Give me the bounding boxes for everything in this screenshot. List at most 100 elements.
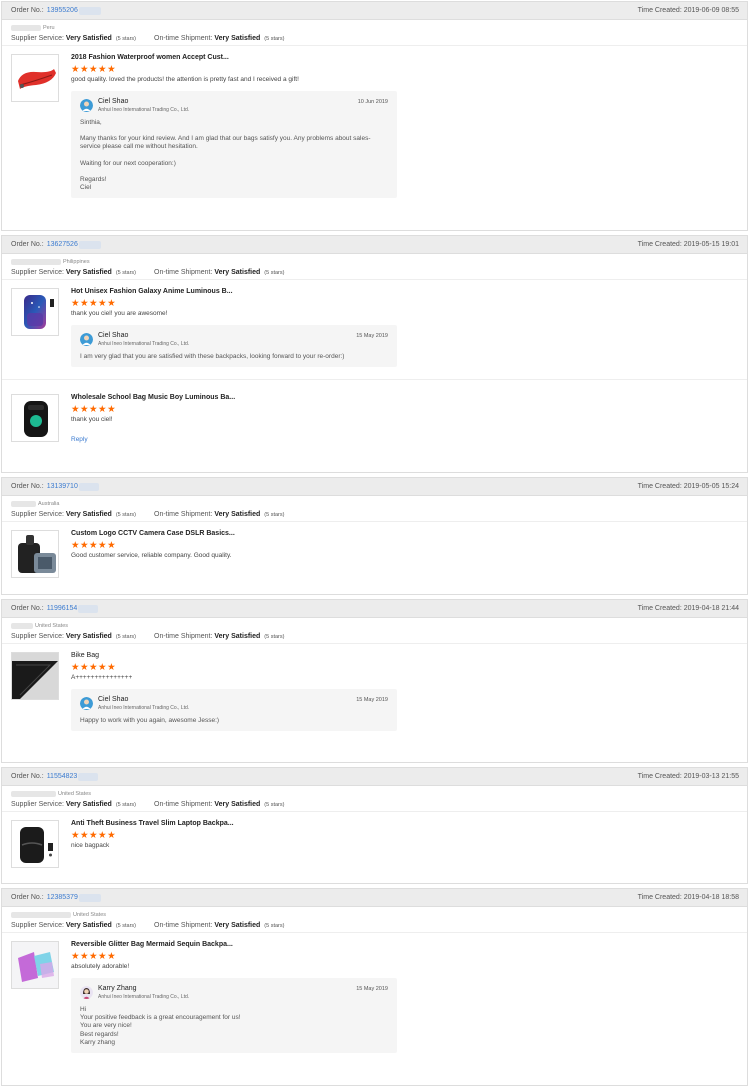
time-created: Time Created: 2019-05-15 19:01: [638, 241, 739, 248]
buyer-country: United States: [73, 911, 107, 918]
ontime-shipment-stars-text: (5 stars): [264, 633, 285, 640]
product-title-link[interactable]: 2018 Fashion Waterproof women Accept Cus…: [71, 54, 747, 64]
supplier-service-value: Very Satisfied: [65, 922, 112, 929]
product-review: 2018 Fashion Waterproof women Accept Cus…: [2, 46, 747, 199]
sequin-bag-image[interactable]: [11, 941, 59, 989]
supplier-service-stars-text: (5 stars): [115, 269, 137, 276]
product-title-link[interactable]: Wholesale School Bag Music Boy Luminous …: [71, 394, 747, 404]
buyer-comment: Good customer service, reliable company.…: [71, 552, 232, 559]
service-ratings: Supplier Service: Very Satisfied (5 stars)…: [2, 32, 747, 46]
ontime-shipment-label: On-time Shipment:: [154, 633, 213, 640]
order-header: Order No.: 11554823 Time Created: 2019-03-…: [2, 768, 747, 786]
order-header: Order No.: 12385379 Time Created: 2019-04-…: [2, 889, 747, 907]
rating-stars: ★★★★★: [71, 298, 117, 309]
time-created-label: Time Created:: [637, 7, 682, 14]
supplier-service-rating: Supplier Service: Very Satisfied (5 stars): [11, 511, 136, 518]
rating-stars: ★★★★★: [71, 64, 117, 75]
supplier-service-stars-text: (5 stars): [115, 801, 137, 808]
avatar: [80, 697, 93, 710]
reply-line: Best regards!: [80, 1030, 119, 1038]
reply-line: Ciel: [80, 184, 92, 192]
supplier-service-label: Supplier Service:: [11, 269, 64, 276]
camera-backpack-image[interactable]: [11, 530, 59, 578]
order-no-link[interactable]: 11554823: [47, 773, 78, 780]
product-title-link[interactable]: Custom Logo CCTV Camera Case DSLR Basics…: [71, 530, 747, 540]
buyer-comment: nice bagpack: [71, 842, 110, 849]
laptop-backpack-image[interactable]: [11, 820, 59, 868]
reply-line: Karry zhang: [80, 1038, 116, 1046]
order-no-label: Order No.:: [11, 241, 44, 248]
time-created-label: Time Created:: [637, 894, 682, 901]
reply-line: You are very nice!: [80, 1022, 132, 1030]
product-title-link[interactable]: Anti Theft Business Travel Slim Laptop B…: [71, 820, 747, 830]
product-title-link[interactable]: Bike Bag: [71, 652, 747, 662]
buyer-country: United States: [58, 790, 92, 797]
ontime-shipment-rating: On-time Shipment: Very Satisfied (5 stars): [154, 269, 284, 276]
product-title-link[interactable]: Reversible Glitter Bag Mermaid Sequin Ba…: [71, 941, 747, 951]
supplier-service-rating: Supplier Service: Very Satisfied (5 stars): [11, 922, 136, 929]
reply-line: Many thanks for your kind review. And I …: [80, 135, 371, 143]
order-header: Order No.: 13627526 Time Created: 2019-05-…: [2, 236, 747, 254]
reply-line: Regards!: [80, 175, 107, 183]
reply-author-name: Karry Zhang: [98, 985, 137, 992]
buyer-country: United States: [35, 622, 69, 629]
product-review: Wholesale School Bag Music Boy Luminous …: [2, 379, 747, 443]
order-no-link[interactable]: 13955206: [47, 7, 78, 14]
reply-link[interactable]: Reply: [71, 436, 88, 443]
reply-line: Waiting for our next cooperation:): [80, 159, 176, 167]
ontime-shipment-rating: On-time Shipment: Very Satisfied (5 stars): [154, 922, 284, 929]
reply-author-company: Anhui Ineo International Trading Co., Lt…: [98, 107, 190, 113]
ontime-shipment-label: On-time Shipment:: [154, 35, 213, 42]
waist-bag-image[interactable]: [11, 54, 59, 102]
product-title-link[interactable]: Hot Unisex Fashion Galaxy Anime Luminous…: [71, 288, 747, 298]
order-card: Order No.: 11996154 Time Created: 2019-04-…: [1, 599, 748, 763]
ontime-shipment-stars-text: (5 stars): [264, 801, 285, 808]
redacted-buyer-name: [11, 911, 71, 918]
supplier-service-label: Supplier Service:: [11, 511, 64, 518]
supplier-service-label: Supplier Service:: [11, 922, 64, 929]
redacted-order-digits: [78, 893, 101, 902]
ontime-shipment-label: On-time Shipment:: [154, 801, 213, 808]
order-no-label: Order No.:: [11, 605, 44, 612]
supplier-service-label: Supplier Service:: [11, 35, 64, 42]
supplier-reply: Karry Zhang Anhui Ineo International Trad…: [71, 978, 397, 1054]
order-no-label: Order No.:: [11, 483, 44, 490]
buyer-comment: thank you ciel! you are awesome!: [71, 310, 168, 317]
order-no-link[interactable]: 11996154: [47, 605, 78, 612]
time-created: Time Created: 2019-03-13 21:55: [638, 773, 739, 780]
time-created-value: 2019-04-18 21:44: [683, 605, 739, 612]
order-card: Order No.: 12385379 Time Created: 2019-04-…: [1, 888, 748, 1086]
reply-author-name: Ciel Shao: [98, 696, 129, 703]
product-review: Bike Bag ★★★★★ A+++++++++++++++ Ciel Shao An…: [2, 644, 747, 732]
product-review: Custom Logo CCTV Camera Case DSLR Basics…: [2, 522, 747, 578]
product-review: Reversible Glitter Bag Mermaid Sequin Ba…: [2, 933, 747, 1054]
reply-line: Hi: [80, 1006, 87, 1013]
time-created-value: 2019-05-15 19:01: [683, 241, 739, 248]
supplier-service-stars-text: (5 stars): [115, 35, 137, 42]
rating-stars: ★★★★★: [71, 540, 117, 551]
rating-stars: ★★★★★: [71, 662, 117, 673]
order-no-link[interactable]: 13139710: [47, 483, 78, 490]
bike-bag-image[interactable]: [11, 652, 59, 700]
service-ratings: Supplier Service: Very Satisfied (5 stars)…: [2, 508, 747, 522]
order-header: Order No.: 13139710 Time Created: 2019-05-…: [2, 478, 747, 496]
buyer-comment: absolutely adorable!: [71, 963, 130, 970]
service-ratings: Supplier Service: Very Satisfied (5 stars)…: [2, 919, 747, 933]
buyer-comment: thank you ciel!: [71, 416, 113, 424]
ontime-shipment-value: Very Satisfied: [214, 269, 261, 276]
luminous-backpack-image[interactable]: [11, 394, 59, 443]
supplier-service-rating: Supplier Service: Very Satisfied (5 stars): [11, 801, 136, 808]
ontime-shipment-rating: On-time Shipment: Very Satisfied (5 stars): [154, 35, 284, 42]
reply-line: Your positive feedback is a great encour…: [80, 1014, 241, 1022]
rating-stars: ★★★★★: [71, 951, 117, 962]
redacted-buyer-name: [11, 258, 61, 265]
redacted-buyer-name: [11, 622, 33, 629]
reply-body: I am very glad that you are satisfied wi…: [80, 353, 388, 361]
order-no-link[interactable]: 13627526: [47, 241, 78, 248]
ontime-shipment-label: On-time Shipment:: [154, 922, 213, 929]
galaxy-backpack-image[interactable]: [11, 288, 59, 336]
order-no-link[interactable]: 12385379: [47, 894, 78, 901]
redacted-order-digits: [78, 772, 99, 781]
reply-author-name: Ciel Shao: [98, 332, 129, 339]
supplier-service-value: Very Satisfied: [65, 35, 112, 42]
